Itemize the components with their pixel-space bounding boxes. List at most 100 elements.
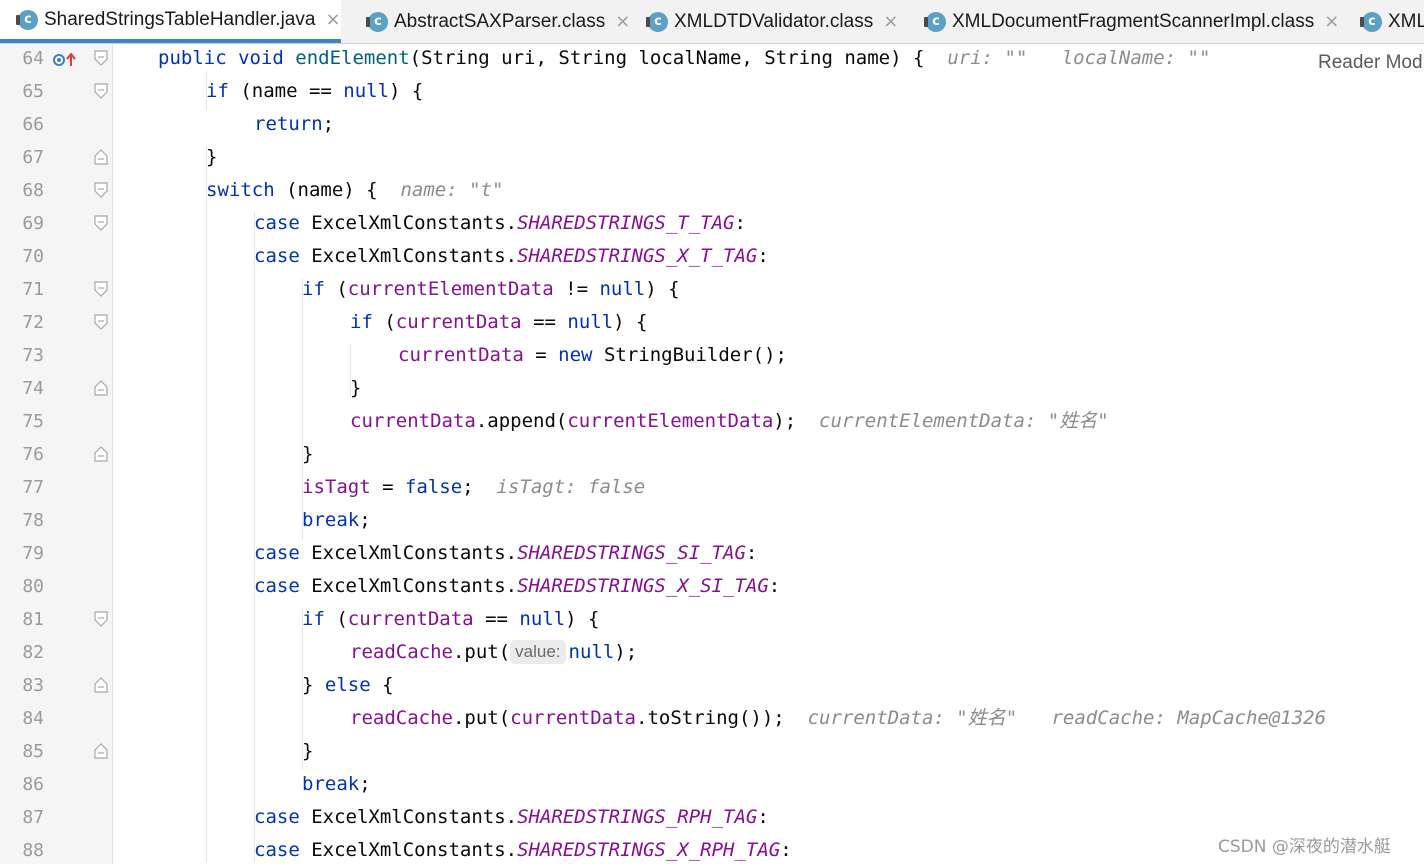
code-token: public void	[158, 47, 296, 69]
code-token: }	[302, 443, 314, 465]
line-number[interactable]: 69	[0, 207, 44, 240]
line-number[interactable]: 84	[0, 702, 44, 735]
line-number[interactable]: 77	[0, 471, 44, 504]
code-line[interactable]: }	[302, 735, 313, 768]
code-line[interactable]: if (currentData == null) {	[350, 306, 647, 339]
reader-mode-toggle[interactable]: Reader Mod	[1318, 52, 1423, 74]
line-number[interactable]: 81	[0, 603, 44, 636]
code-token: .put(	[452, 707, 511, 729]
code-line[interactable]: case ExcelXmlConstants.SHAREDSTRINGS_X_S…	[254, 570, 780, 603]
fold-marker-icon[interactable]	[94, 743, 108, 759]
code-line[interactable]: public void endElement(String uri, Strin…	[158, 42, 1210, 75]
code-line[interactable]: if (currentData == null) {	[302, 603, 599, 636]
line-number[interactable]: 85	[0, 735, 44, 768]
fold-marker-icon[interactable]	[94, 182, 108, 198]
line-number[interactable]: 73	[0, 339, 44, 372]
line-number[interactable]: 86	[0, 768, 44, 801]
code-line[interactable]: }	[350, 372, 361, 405]
class-c-icon: c	[646, 11, 668, 32]
code-token: ) {	[645, 278, 680, 300]
code-line[interactable]: if (currentElementData != null) {	[302, 273, 680, 306]
code-token: false	[404, 476, 463, 498]
code-token: readCache	[350, 641, 453, 663]
line-number[interactable]: 76	[0, 438, 44, 471]
line-number[interactable]: 68	[0, 174, 44, 207]
code-line[interactable]: if (name == null) {	[206, 75, 423, 108]
close-icon[interactable]: ×	[615, 11, 630, 32]
tab-4[interactable]: c XMLDocumentFragmentScannerImpl.class ×	[918, 0, 1339, 43]
code-line[interactable]: case ExcelXmlConstants.SHAREDSTRINGS_T_T…	[254, 207, 746, 240]
code-token: StringBuilder();	[592, 344, 787, 366]
fold-marker-icon[interactable]	[94, 50, 108, 66]
tab-2[interactable]: c AbstractSAXParser.class ×	[360, 0, 630, 43]
code-line[interactable]: }	[206, 141, 217, 174]
line-number[interactable]: 79	[0, 537, 44, 570]
code-token: (name) {	[274, 179, 401, 201]
fold-marker-icon[interactable]	[94, 611, 108, 627]
close-icon[interactable]: ×	[1324, 11, 1339, 32]
code-token: case	[254, 575, 300, 597]
code-token: ExcelXmlConstants.	[299, 839, 518, 861]
line-number[interactable]: 83	[0, 669, 44, 702]
fold-marker-icon[interactable]	[94, 149, 108, 165]
code-line[interactable]: readCache.put(currentData.toString()); c…	[350, 702, 1326, 735]
line-number[interactable]: 74	[0, 372, 44, 405]
fold-marker-icon[interactable]	[94, 215, 108, 231]
line-number[interactable]: 88	[0, 834, 44, 867]
indent-guide	[350, 344, 351, 397]
fold-marker-icon[interactable]	[94, 83, 108, 99]
fold-marker-icon[interactable]	[94, 677, 108, 693]
code-token: :	[734, 212, 746, 234]
code-line[interactable]: case ExcelXmlConstants.SHAREDSTRINGS_SI_…	[254, 537, 757, 570]
inline-debug-value: currentElementData: "姓名"	[819, 410, 1109, 432]
fold-marker-icon[interactable]	[94, 281, 108, 297]
code-line[interactable]: isTagt = false; isTagt: false	[302, 471, 645, 504]
class-c-icon: c	[924, 11, 946, 32]
line-number[interactable]: 72	[0, 306, 44, 339]
override-up-arrow-icon[interactable]	[53, 52, 77, 71]
tab-5[interactable]: c XML	[1354, 0, 1424, 43]
line-number[interactable]: 66	[0, 108, 44, 141]
fold-marker-icon[interactable]	[94, 380, 108, 396]
code-token: ;	[322, 113, 335, 135]
code-line[interactable]: }	[302, 438, 313, 471]
code-line[interactable]: currentData.append(currentElementData); …	[350, 405, 1109, 438]
line-number[interactable]: 82	[0, 636, 44, 669]
code-line[interactable]: switch (name) { name: "t"	[206, 174, 503, 207]
code-token: (	[324, 608, 348, 630]
code-line[interactable]: } else {	[302, 669, 394, 702]
close-icon[interactable]: ×	[883, 11, 898, 32]
line-number[interactable]: 70	[0, 240, 44, 273]
parameter-hint: value:	[510, 640, 566, 664]
line-number[interactable]: 67	[0, 141, 44, 174]
code-line[interactable]: break;	[302, 768, 371, 801]
code-line[interactable]: case ExcelXmlConstants.SHAREDSTRINGS_X_R…	[254, 834, 792, 867]
code-token: (	[324, 278, 348, 300]
line-number[interactable]: 80	[0, 570, 44, 603]
code-token: ExcelXmlConstants.	[299, 542, 518, 564]
code-line[interactable]: return;	[254, 108, 334, 141]
code-line[interactable]: currentData = new StringBuilder();	[398, 339, 787, 372]
line-number[interactable]: 75	[0, 405, 44, 438]
code-line[interactable]: break;	[302, 504, 371, 537]
line-number[interactable]: 71	[0, 273, 44, 306]
line-number[interactable]: 64	[0, 42, 44, 75]
line-number[interactable]: 78	[0, 504, 44, 537]
code-token: ExcelXmlConstants.	[299, 575, 518, 597]
tab-3[interactable]: c XMLDTDValidator.class ×	[640, 0, 898, 43]
code-token: ;	[359, 773, 371, 795]
code-line[interactable]: case ExcelXmlConstants.SHAREDSTRINGS_RPH…	[254, 801, 769, 834]
tab-1[interactable]: c SharedStringsTableHandler.java ×	[0, 0, 341, 43]
code-line[interactable]: readCache.put(value: null);	[350, 636, 637, 669]
code-token: ExcelXmlConstants.	[299, 212, 518, 234]
close-icon[interactable]: ×	[325, 9, 340, 30]
code-line[interactable]: case ExcelXmlConstants.SHAREDSTRINGS_X_T…	[254, 240, 769, 273]
code-token: );	[773, 410, 820, 432]
fold-marker-icon[interactable]	[94, 446, 108, 462]
code-token: (String uri, String localName, String na…	[409, 47, 948, 69]
line-number[interactable]: 87	[0, 801, 44, 834]
line-number[interactable]: 65	[0, 75, 44, 108]
fold-marker-icon[interactable]	[94, 314, 108, 330]
code-token: null	[568, 641, 615, 663]
tab-label: AbstractSAXParser.class	[394, 10, 606, 32]
